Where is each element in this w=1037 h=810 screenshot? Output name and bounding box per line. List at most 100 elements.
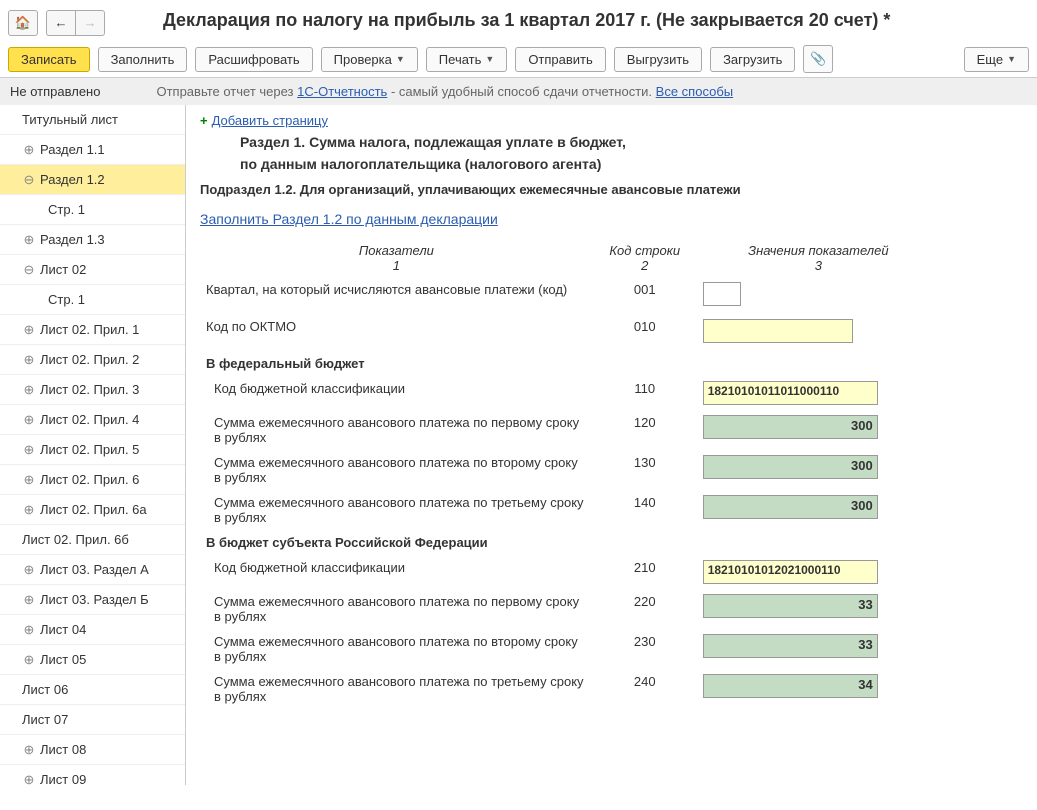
tree-item[interactable]: ⊕ Лист 02. Прил. 3 — [0, 375, 185, 405]
tree-item-label: Лист 02. Прил. 3 — [40, 382, 139, 397]
expand-icon[interactable]: ⊕ — [22, 143, 36, 157]
back-button[interactable]: ← — [46, 10, 75, 36]
expand-icon[interactable]: ⊕ — [22, 593, 36, 607]
input-001[interactable] — [703, 282, 741, 306]
expand-icon[interactable]: ⊕ — [22, 323, 36, 337]
expand-icon[interactable]: ⊕ — [22, 623, 36, 637]
input-230[interactable]: 33 — [703, 634, 878, 658]
tree-item-label: Лист 03. Раздел Б — [40, 592, 149, 607]
save-button[interactable]: Записать — [8, 47, 90, 72]
tree-item[interactable]: Лист 06 — [0, 675, 185, 705]
paperclip-icon: 📎 — [810, 51, 826, 67]
fill-button[interactable]: Заполнить — [98, 47, 188, 72]
section-heading-1: Раздел 1. Сумма налога, подлежащая уплат… — [240, 134, 1019, 150]
row-code-120: 120 — [593, 410, 697, 450]
tree-item[interactable]: Лист 07 — [0, 705, 185, 735]
chevron-down-icon: ▼ — [1007, 54, 1016, 64]
tree-item[interactable]: ⊕ Лист 04 — [0, 615, 185, 645]
check-button[interactable]: Проверка▼ — [321, 47, 418, 72]
print-button[interactable]: Печать▼ — [426, 47, 508, 72]
tree-item[interactable]: ⊕ Лист 05 — [0, 645, 185, 675]
status-hint: Отправьте отчет через 1С-Отчетность - са… — [156, 84, 733, 99]
tree-item-label: Лист 08 — [40, 742, 86, 757]
expand-icon[interactable]: ⊕ — [22, 563, 36, 577]
tree-item[interactable]: ⊕ Раздел 1.1 — [0, 135, 185, 165]
tree-item[interactable]: ⊕Лист 09 — [0, 765, 185, 785]
tree-item[interactable]: ⊕ Лист 02. Прил. 1 — [0, 315, 185, 345]
subsection-heading: Подраздел 1.2. Для организаций, уплачива… — [200, 182, 1019, 197]
row-code-210: 210 — [593, 555, 697, 589]
expand-icon[interactable]: ⊕ — [22, 413, 36, 427]
import-button[interactable]: Загрузить — [710, 47, 795, 72]
input-120[interactable]: 300 — [703, 415, 878, 439]
expand-icon[interactable]: ⊕ — [22, 233, 36, 247]
tree-item-label: Раздел 1.2 — [40, 172, 105, 187]
expand-icon[interactable]: ⊕ — [22, 773, 36, 786]
expand-icon[interactable]: ⊕ — [22, 353, 36, 367]
tree-item[interactable]: ⊕ Лист 02. Прил. 2 — [0, 345, 185, 375]
reporting-link[interactable]: 1С-Отчетность — [297, 84, 387, 99]
send-button[interactable]: Отправить — [515, 47, 605, 72]
tree-item[interactable]: ⊖ Раздел 1.2 — [0, 165, 185, 195]
input-140[interactable]: 300 — [703, 495, 878, 519]
all-ways-link[interactable]: Все способы — [656, 84, 733, 99]
tree-item-label: Лист 06 — [22, 682, 68, 697]
tree-item-label: Лист 05 — [40, 652, 86, 667]
export-button[interactable]: Выгрузить — [614, 47, 702, 72]
plus-icon: + — [200, 113, 208, 128]
col-indicators: Показатели1 — [200, 239, 593, 277]
tree-item[interactable]: ⊕Лист 02. Прил. 6 — [0, 465, 185, 495]
tree-item[interactable]: ⊕ Раздел 1.3 — [0, 225, 185, 255]
row-label-230: Сумма ежемесячного авансового платежа по… — [200, 629, 593, 669]
expand-icon[interactable]: ⊕ — [22, 383, 36, 397]
expand-icon[interactable]: ⊕ — [22, 473, 36, 487]
row-code-001: 001 — [593, 277, 697, 314]
row-label-130: Сумма ежемесячного авансового платежа по… — [200, 450, 593, 490]
tree-item-label: Лист 02. Прил. 2 — [40, 352, 139, 367]
attach-button[interactable]: 📎 — [803, 45, 833, 73]
tree-item[interactable]: Стр. 1 — [0, 195, 185, 225]
input-110[interactable]: 18210101011011000110 — [703, 381, 878, 405]
expand-icon[interactable]: ⊕ — [22, 653, 36, 667]
form-content: + Добавить страницу Раздел 1. Сумма нало… — [186, 105, 1037, 785]
tree-item[interactable]: ⊕ Лист 08 — [0, 735, 185, 765]
tree-item[interactable]: ⊕Лист 02. Прил. 5 — [0, 435, 185, 465]
tree-item-label: Лист 02 — [40, 262, 86, 277]
tree-item-label: Лист 02. Прил. 1 — [40, 322, 139, 337]
row-label-210: Код бюджетной классификации — [200, 555, 593, 589]
tree-item-label: Лист 04 — [40, 622, 86, 637]
expand-icon[interactable]: ⊕ — [22, 743, 36, 757]
tree-item-label: Раздел 1.3 — [40, 232, 105, 247]
home-button[interactable]: 🏠 — [8, 10, 38, 36]
collapse-icon[interactable]: ⊖ — [22, 173, 36, 187]
expand-icon[interactable]: ⊕ — [22, 443, 36, 457]
tree-item[interactable]: ⊕Лист 02. Прил. 6а — [0, 495, 185, 525]
nav-tree[interactable]: Титульный лист ⊕ Раздел 1.1 ⊖ Раздел 1.2 Стр.… — [0, 105, 186, 785]
row-label-001: Квартал, на который исчисляются авансовы… — [200, 277, 593, 314]
input-130[interactable]: 300 — [703, 455, 878, 479]
collapse-icon[interactable]: ⊖ — [22, 263, 36, 277]
page-title: Декларация по налогу на прибыль за 1 ква… — [163, 4, 890, 41]
row-code-010: 010 — [593, 314, 697, 351]
decrypt-button[interactable]: Расшифровать — [195, 47, 312, 72]
tree-item-label: Раздел 1.1 — [40, 142, 105, 157]
input-220[interactable]: 33 — [703, 594, 878, 618]
tree-item[interactable]: ⊕ Лист 03. Раздел Б — [0, 585, 185, 615]
input-010[interactable] — [703, 319, 853, 343]
row-label-120: Сумма ежемесячного авансового платежа по… — [200, 410, 593, 450]
input-240[interactable]: 34 — [703, 674, 878, 698]
row-label-220: Сумма ежемесячного авансового платежа по… — [200, 589, 593, 629]
tree-item[interactable]: ⊕Лист 03. Раздел А — [0, 555, 185, 585]
tree-item[interactable]: ⊖ Лист 02 — [0, 255, 185, 285]
tree-item[interactable]: Лист 02. Прил. 6б — [0, 525, 185, 555]
more-button[interactable]: Еще▼ — [964, 47, 1029, 72]
tree-item[interactable]: ⊕Лист 02. Прил. 4 — [0, 405, 185, 435]
row-label-010: Код по ОКТМО — [200, 314, 593, 351]
input-210[interactable]: 18210101012021000110 — [703, 560, 878, 584]
expand-icon[interactable]: ⊕ — [22, 503, 36, 517]
fill-section-link[interactable]: Заполнить Раздел 1.2 по данным деклараци… — [200, 211, 498, 227]
tree-item[interactable]: Титульный лист — [0, 105, 185, 135]
tree-item[interactable]: Стр. 1 — [0, 285, 185, 315]
row-code-110: 110 — [593, 376, 697, 410]
add-page-link[interactable]: Добавить страницу — [212, 113, 328, 128]
